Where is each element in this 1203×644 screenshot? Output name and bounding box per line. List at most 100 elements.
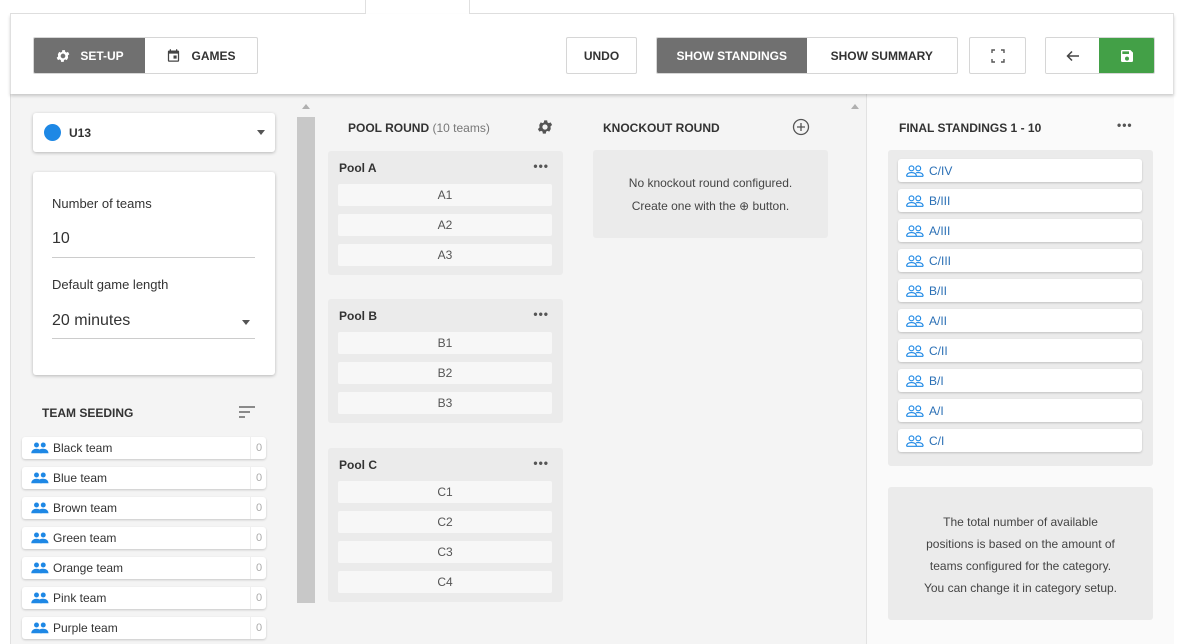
team-seeding-item[interactable]: Orange team 0 [22,557,266,579]
left-scrollbar[interactable] [297,117,315,603]
scroll-up-icon[interactable] [851,104,859,109]
team-group-icon [30,592,49,604]
show-summary-button[interactable]: SHOW SUMMARY [807,38,958,73]
standings-note: The total number of available positions … [888,511,1153,599]
team-seeding-item[interactable]: Purple team 0 [22,617,266,639]
save-icon [1120,49,1133,62]
team-group-outline-icon [905,404,925,417]
pool-slot[interactable]: C3 [338,541,552,563]
pool-slot[interactable]: B3 [338,392,552,414]
team-group-icon [30,532,49,544]
standing-item[interactable]: B/III [898,189,1142,212]
standing-item[interactable]: B/I [898,369,1142,392]
team-group-outline-icon [905,284,925,297]
sort-icon[interactable] [238,405,256,419]
pool-slot[interactable]: A1 [338,184,552,206]
undo-label: UNDO [583,48,620,63]
scroll-up-icon[interactable] [302,104,310,109]
gear-icon [56,49,70,62]
note-line: The total number of available [943,515,1098,529]
pool-name: Pool A [339,161,377,175]
pool-slot[interactable]: C1 [338,481,552,503]
fullscreen-button[interactable] [969,37,1026,74]
game-length-label: Default game length [52,277,169,292]
standings-summary-toggle: SHOW STANDINGS SHOW SUMMARY [656,37,958,74]
standing-label: C/IV [929,163,953,178]
team-group-icon [30,442,49,454]
team-group-outline-icon [905,164,925,177]
note-line: positions is based on the amount of [926,537,1115,551]
chevron-down-icon [242,320,250,325]
knockout-empty-line2: Create one with the ⊕ button. [631,199,790,213]
note-line: teams configured for the category. [929,559,1112,573]
team-group-outline-icon [905,434,925,447]
add-circle-icon[interactable] [792,118,810,136]
category-select[interactable]: U13 [33,113,275,152]
standing-item[interactable]: A/III [898,219,1142,242]
standing-label: C/III [929,253,952,268]
team-seeding-item[interactable]: Brown team 0 [22,497,266,519]
undo-button[interactable]: UNDO [566,37,637,74]
category-settings-card: Number of teams 10 Default game length 2… [33,172,275,375]
pool-slot[interactable]: C2 [338,511,552,533]
team-seeding-item[interactable]: Black team 0 [22,437,266,459]
team-seed-count: 0 [250,557,266,579]
pool-menu-icon[interactable]: ••• [533,456,549,470]
number-of-teams-input[interactable]: 10 [52,230,70,248]
pool-card: Pool C ••• C1 C2 C3 C4 [328,448,563,602]
team-name: Black team [53,441,113,455]
standing-item[interactable]: A/II [898,309,1142,332]
knockout-empty-line1: No knockout round configured. [628,176,793,190]
standing-item[interactable]: A/I [898,399,1142,422]
standing-item[interactable]: B/II [898,279,1142,302]
pool-name: Pool C [339,458,377,472]
standing-item[interactable]: C/III [898,249,1142,272]
gear-icon[interactable] [536,118,554,136]
calendar-icon [168,49,180,62]
pool-slot[interactable]: C4 [338,571,552,593]
team-seeding-item[interactable]: Green team 0 [22,527,266,549]
pool-slot[interactable]: A3 [338,244,552,266]
show-standings-button[interactable]: SHOW STANDINGS [657,38,807,73]
pool-slot[interactable]: A2 [338,214,552,236]
save-button[interactable] [1099,38,1154,73]
pool-round-label: POOL ROUND [348,121,430,135]
team-name: Purple team [53,621,118,635]
pool-menu-icon[interactable]: ••• [533,159,549,173]
game-length-select[interactable]: 20 minutes [52,312,130,330]
category-name: U13 [69,125,92,140]
team-seeding-item[interactable]: Pink team 0 [22,587,266,609]
pool-round-title: POOL ROUND (10 teams) [348,121,490,135]
pool-menu-icon[interactable]: ••• [533,307,549,321]
divider [52,338,255,339]
team-group-outline-icon [905,254,925,267]
team-group-icon [30,502,49,514]
standings-menu-icon[interactable]: ••• [1117,118,1133,132]
games-tab[interactable]: GAMES [145,38,257,73]
standing-item[interactable]: C/II [898,339,1142,362]
team-seed-count: 0 [250,497,266,519]
team-group-icon [30,622,49,634]
standing-label: B/III [929,193,951,208]
team-name: Orange team [53,561,124,575]
team-seeding-item[interactable]: Blue team 0 [22,467,266,489]
team-group-outline-icon [905,194,925,207]
setup-tab[interactable]: SET-UP [34,38,145,73]
pool-slot[interactable]: B2 [338,362,552,384]
standings-note-panel: The total number of available positions … [888,487,1153,620]
pool-card: Pool B ••• B1 B2 B3 [328,299,563,423]
team-seed-count: 0 [250,617,266,639]
pool-name: Pool B [339,309,377,323]
back-button[interactable] [1046,38,1100,73]
team-name: Pink team [53,591,107,605]
team-group-outline-icon [905,344,925,357]
fullscreen-icon [990,48,1005,63]
standing-item[interactable]: C/I [898,429,1142,452]
team-seeding-title: TEAM SEEDING [42,406,134,420]
divider [52,257,255,258]
pool-slot[interactable]: B1 [338,332,552,354]
standing-item[interactable]: C/IV [898,159,1142,182]
tab-strip [0,0,1174,14]
view-toggle: SET-UP GAMES [33,37,258,74]
standing-label: A/III [929,223,951,238]
